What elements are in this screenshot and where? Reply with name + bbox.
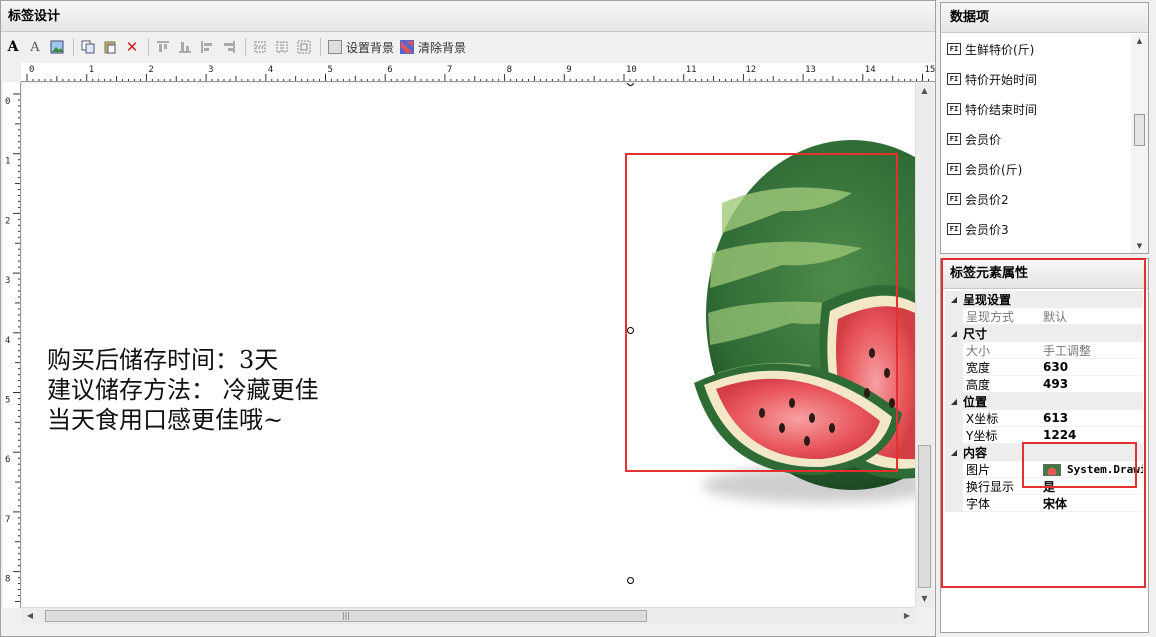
canvas-horizontal-scrollbar[interactable]: ◀ ||| ▶ — [22, 607, 915, 624]
ruler-left-number: 0 — [5, 97, 10, 107]
ruler-left-number: 5 — [5, 396, 10, 406]
ruler-left-number: 8 — [5, 575, 10, 585]
ruler-top-number: 11 — [686, 65, 697, 75]
data-item-label: 会员价2 — [965, 192, 1009, 207]
copy-icon[interactable] — [78, 37, 98, 57]
ruler-top-number: 5 — [328, 65, 333, 75]
ruler-top-number: 8 — [507, 65, 512, 75]
toolbar-separator — [73, 38, 74, 56]
scroll-right-icon[interactable]: ▶ — [899, 608, 915, 624]
image-highlight-box — [625, 153, 898, 472]
ruler-top-number: 4 — [268, 65, 273, 75]
resize-handle[interactable] — [627, 577, 634, 584]
data-item-label: 特价开始时间 — [965, 72, 1038, 87]
ruler-top: 0 1 2 3 4 5 6 7 8 9 10 11 12 13 14 15 — [21, 63, 935, 82]
ruler-top-ticks: 0 1 2 3 4 5 6 7 8 9 10 11 12 13 14 15 — [26, 65, 936, 81]
ruler-top-number: 1 — [89, 65, 94, 75]
ruler-top-number: 0 — [29, 65, 34, 75]
ruler-left-number: 1 — [5, 157, 10, 167]
delete-icon[interactable]: ✕ — [122, 37, 142, 57]
ruler-top-number: 9 — [566, 65, 571, 75]
canvas-vertical-scroll-thumb[interactable] — [918, 445, 931, 588]
scroll-down-icon[interactable]: ▼ — [1131, 239, 1148, 253]
data-items-scrollbar[interactable]: ▲ ▼ — [1131, 34, 1148, 253]
ruler-left-number: 7 — [5, 515, 10, 525]
set-background-label: 设置背景 — [346, 40, 395, 55]
clear-background-label: 清除背景 — [418, 40, 467, 55]
scroll-left-icon[interactable]: ◀ — [22, 608, 38, 624]
align-right-icon[interactable] — [219, 37, 239, 57]
properties-highlight-box — [941, 258, 1146, 588]
data-item-label: 会员价 — [965, 132, 1002, 147]
ruler-left-ticks: 0 1 2 3 4 5 6 7 8 — [5, 93, 20, 602]
align-top-icon[interactable] — [153, 37, 173, 57]
ruler-top-number: 3 — [208, 65, 213, 75]
ruler-left: 0 1 2 3 4 5 6 7 8 — [3, 82, 21, 608]
data-item-label: 会员价3 — [965, 222, 1009, 237]
align-bottom-icon[interactable] — [175, 37, 195, 57]
data-items-title: 数据项 — [941, 3, 1148, 33]
ruler-top-number: 13 — [805, 65, 816, 75]
canvas-vertical-scrollbar[interactable]: ▲ ▼ — [915, 83, 933, 607]
label-text-element[interactable]: 购买后储存时间：3天 建议储存方法： 冷藏更佳 当天食用口感更佳哦~ — [47, 345, 319, 435]
data-item-label: 会员价(斤) — [965, 162, 1023, 177]
toolbar-separator — [320, 38, 321, 56]
scroll-up-icon[interactable]: ▲ — [1131, 34, 1148, 48]
text-tool-icon[interactable]: A — [3, 37, 23, 57]
field-icon: FI — [947, 193, 961, 205]
canvas-horizontal-scroll-thumb[interactable]: ||| — [45, 610, 647, 622]
align-left-icon[interactable] — [197, 37, 217, 57]
data-items-scroll-thumb[interactable] — [1134, 114, 1145, 146]
label-designer-panel: 标签设计 A A ✕ 设置背景 清除背景 0 1 2 3 4 5 6 7 8 9… — [0, 0, 936, 637]
data-item-special-end-time[interactable]: FI 特价结束时间 — [941, 94, 1131, 124]
ruler-left-number: 6 — [5, 455, 10, 465]
ruler-top-number: 2 — [148, 65, 153, 75]
data-item-special-start-time[interactable]: FI 特价开始时间 — [941, 64, 1131, 94]
image-tool-icon[interactable] — [47, 37, 67, 57]
data-item-fresh-special-price[interactable]: FI 生鲜特价(斤) — [941, 34, 1131, 64]
ruler-left-number: 3 — [5, 276, 10, 286]
label-canvas[interactable]: 购买后储存时间：3天 建议储存方法： 冷藏更佳 当天食用口感更佳哦~ — [22, 83, 915, 607]
data-item-member-price[interactable]: FI 会员价 — [941, 124, 1131, 154]
same-height-icon[interactable] — [272, 37, 292, 57]
image-value-highlight-box — [1022, 442, 1137, 488]
data-items-panel: 数据项 FI 生鲜特价(斤) FI 特价开始时间 FI 特价结束时间 FI 会员价 FI… — [940, 2, 1149, 254]
field-icon: FI — [947, 163, 961, 175]
paste-icon[interactable] — [100, 37, 120, 57]
text-style-icon[interactable]: A — [25, 37, 45, 57]
ruler-left-number: 4 — [5, 336, 10, 346]
same-size-icon[interactable] — [294, 37, 314, 57]
scroll-down-icon[interactable]: ▼ — [916, 591, 933, 607]
field-icon: FI — [947, 73, 961, 85]
field-icon: FI — [947, 103, 961, 115]
designer-toolbar: A A ✕ 设置背景 清除背景 — [3, 34, 933, 60]
data-item-member-price-jin[interactable]: FI 会员价(斤) — [941, 154, 1131, 184]
same-width-icon[interactable] — [250, 37, 270, 57]
set-background-icon — [328, 40, 342, 54]
ruler-top-number: 15 — [925, 65, 936, 75]
data-item-member-price-3[interactable]: FI 会员价3 — [941, 214, 1131, 244]
toolbar-separator — [245, 38, 246, 56]
field-icon: FI — [947, 223, 961, 235]
ruler-left-number: 2 — [5, 216, 10, 226]
field-icon: FI — [947, 133, 961, 145]
data-item-label: 生鲜特价(斤) — [965, 42, 1035, 57]
ruler-top-number: 10 — [626, 65, 637, 75]
set-background-button[interactable]: 设置背景 — [325, 37, 397, 57]
app-root: 标签设计 A A ✕ 设置背景 清除背景 0 1 2 3 4 5 6 7 8 9… — [0, 0, 1156, 637]
data-item-label: 特价结束时间 — [965, 102, 1038, 117]
designer-title: 标签设计 — [1, 1, 935, 32]
field-icon: FI — [947, 43, 961, 55]
clear-background-button[interactable]: 清除背景 — [397, 37, 469, 57]
ruler-top-number: 14 — [865, 65, 876, 75]
data-item-member-price-2[interactable]: FI 会员价2 — [941, 184, 1131, 214]
ruler-top-number: 6 — [387, 65, 392, 75]
ruler-top-number: 7 — [447, 65, 452, 75]
toolbar-separator — [148, 38, 149, 56]
clear-background-icon — [400, 40, 415, 54]
ruler-top-number: 12 — [745, 65, 756, 75]
scroll-up-icon[interactable]: ▲ — [916, 83, 933, 99]
data-items-list: FI 生鲜特价(斤) FI 特价开始时间 FI 特价结束时间 FI 会员价 FI 会员价(… — [941, 34, 1131, 253]
